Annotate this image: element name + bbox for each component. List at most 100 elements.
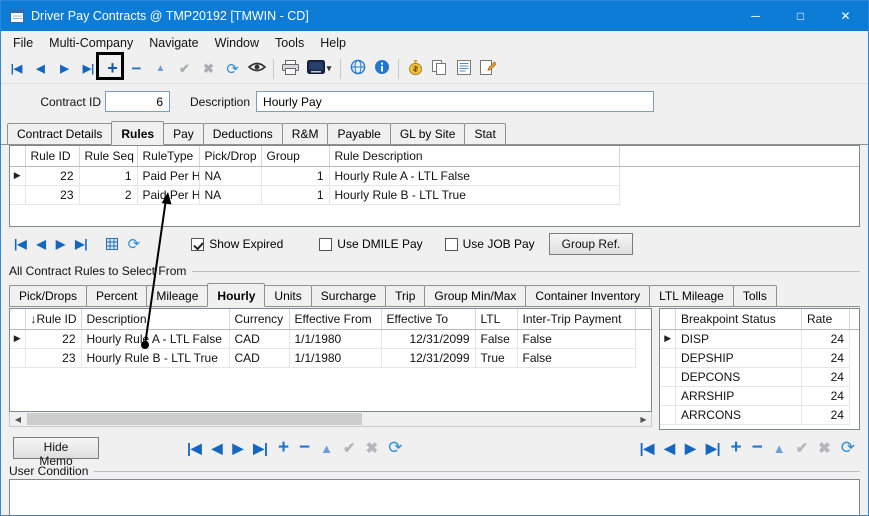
menu-window[interactable]: Window [207,33,267,53]
tab-pay[interactable]: Pay [163,123,204,144]
grid-row[interactable]: DEPCONS24 [660,367,859,386]
toolbar-add-button[interactable]: + [101,57,124,81]
hourly-nav-remove-button[interactable]: − [294,438,315,458]
grid-cell[interactable]: 23 [25,185,79,204]
rules-nav-refresh-button[interactable]: ⟳ [123,234,146,254]
grid-cell[interactable]: 23 [25,348,81,367]
tab-gl-by-site[interactable]: GL by Site [390,123,466,144]
menu-file[interactable]: File [5,33,41,53]
subtab-tolls[interactable]: Tolls [733,285,777,306]
breakpoint-nav-last-button[interactable]: ▶| [701,438,726,458]
tab-payable[interactable]: Payable [327,123,390,144]
scroll-left-button[interactable]: ◀ [10,412,26,426]
grid-cell[interactable]: 12/31/2099 [381,329,475,348]
hourly-nav-add-button[interactable]: + [273,438,294,458]
grid-cell[interactable]: 22 [25,166,79,185]
grid-cell[interactable]: 1 [261,166,329,185]
grid-cell[interactable]: 24 [801,329,849,348]
grid-row[interactable]: ▶DISP24 [660,329,859,348]
rules-nav-next-button[interactable]: ▶ [51,234,70,254]
grid-row[interactable]: 23Hourly Rule B - LTL TrueCAD1/1/198012/… [10,348,651,367]
grid-cell[interactable]: Hourly Rule B - LTL True [81,348,229,367]
toolbar-pay-button[interactable] [404,57,427,81]
hourly-nav-last-button[interactable]: ▶| [248,438,273,458]
grid-cell[interactable]: 1/1/1980 [289,329,381,348]
toolbar-last-button[interactable]: ▶| [77,57,100,81]
grid-cell[interactable]: False [517,348,635,367]
column-header-rule-id[interactable]: Rule ID [25,146,79,166]
maximize-button[interactable]: □ [778,1,823,31]
menu-multi-company[interactable]: Multi-Company [41,33,141,53]
subtab-ltl-mileage[interactable]: LTL Mileage [649,285,734,306]
group-ref-button[interactable]: Group Ref. [549,233,634,255]
description-input[interactable] [256,91,654,112]
subtab-hourly[interactable]: Hourly [207,283,265,307]
hourly-nav-next-button[interactable]: ▶ [227,438,248,458]
toolbar-first-button[interactable]: |◀ [5,57,28,81]
column-header-effective-from[interactable]: Effective From [289,309,381,329]
breakpoint-nav-add-button[interactable]: + [726,438,747,458]
breakpoint-nav-next-button[interactable]: ▶ [680,438,701,458]
grid-cell[interactable]: 24 [801,367,849,386]
subtab-group-min-max[interactable]: Group Min/Max [424,285,526,306]
column-header-inter-trip-payment[interactable]: Inter-Trip Payment [517,309,635,329]
subtab-trip[interactable]: Trip [385,285,425,306]
grid-cell[interactable]: True [475,348,517,367]
toolbar-terminal-button[interactable]: ▾ [303,57,335,81]
subtab-surcharge[interactable]: Surcharge [311,285,386,306]
hourly-nav-ok-button[interactable]: ✔ [338,438,361,458]
column-header-effective-to[interactable]: Effective To [381,309,475,329]
toolbar-post-button[interactable]: ✔ [173,57,196,81]
grid-cell[interactable]: Hourly Rule A - LTL False [81,329,229,348]
toolbar-copy-button[interactable] [428,57,451,81]
grid-cell[interactable]: NA [199,166,261,185]
grid-cell[interactable]: Hourly Rule A - LTL False [329,166,619,185]
hourly-nav-first-button[interactable]: |◀ [182,438,207,458]
grid-cell[interactable]: 24 [801,405,849,424]
grid-cell[interactable]: 2 [79,185,137,204]
rules-nav-first-button[interactable]: |◀ [9,234,32,254]
subtab-container-inventory[interactable]: Container Inventory [525,285,650,306]
toolbar-up-button[interactable]: ▲ [149,57,172,81]
rules-nav-grid-view-button[interactable] [101,234,123,254]
menu-navigate[interactable]: Navigate [141,33,206,53]
grid-cell[interactable]: Paid Per Hou [137,166,199,185]
grid-cell[interactable]: 12/31/2099 [381,348,475,367]
grid-cell[interactable]: DEPSHIP [675,348,801,367]
grid-cell[interactable]: Paid Per Hou [137,185,199,204]
hourly-nav-prev-button[interactable]: ◀ [207,438,228,458]
toolbar-web-button[interactable] [346,57,369,81]
grid-row[interactable]: ▶221Paid Per HouNA1Hourly Rule A - LTL F… [10,166,859,185]
grid-row[interactable]: DEPSHIP24 [660,348,859,367]
grid-cell[interactable]: CAD [229,348,289,367]
breakpoint-nav-ok-button[interactable]: ✔ [791,438,814,458]
breakpoint-nav-up-button[interactable]: ▲ [768,438,791,458]
grid-cell[interactable]: 24 [801,348,849,367]
rules-nav-prev-button[interactable]: ◀ [32,234,51,254]
toolbar-info-button[interactable] [370,57,393,81]
scroll-right-button[interactable]: ▶ [635,412,651,426]
scrollbar-track[interactable] [26,412,635,426]
column-header-currency[interactable]: Currency [229,309,289,329]
grid-cell[interactable]: Hourly Rule B - LTL True [329,185,619,204]
breakpoint-nav-cancel-button[interactable]: ✖ [813,438,836,458]
tab-r-m[interactable]: R&M [282,123,329,144]
column-header-group[interactable]: Group [261,146,329,166]
toolbar-view-button[interactable] [245,57,268,81]
column-header-rule-id[interactable]: ↓Rule ID [25,309,81,329]
column-header-rule-seq[interactable]: Rule Seq [79,146,137,166]
toolbar-next-button[interactable]: ▶ [53,57,76,81]
breakpoint-nav-refresh-button[interactable]: ⟳ [836,438,860,458]
minimize-button[interactable]: ─ [733,1,778,31]
column-header-rule-description[interactable]: Rule Description [329,146,619,166]
use-dmile-pay-checkbox[interactable]: Use DMILE Pay [319,237,422,251]
grid-cell[interactable]: ARRCONS [675,405,801,424]
subtab-units[interactable]: Units [264,285,311,306]
subtab-percent[interactable]: Percent [86,285,147,306]
column-header-ruletype[interactable]: RuleType [137,146,199,166]
close-button[interactable]: ✕ [823,1,868,31]
show-expired-checkbox[interactable]: Show Expired [191,237,283,251]
grid-row[interactable]: ARRSHIP24 [660,386,859,405]
hourly-nav-cancel-button[interactable]: ✖ [361,438,384,458]
menu-help[interactable]: Help [312,33,354,53]
